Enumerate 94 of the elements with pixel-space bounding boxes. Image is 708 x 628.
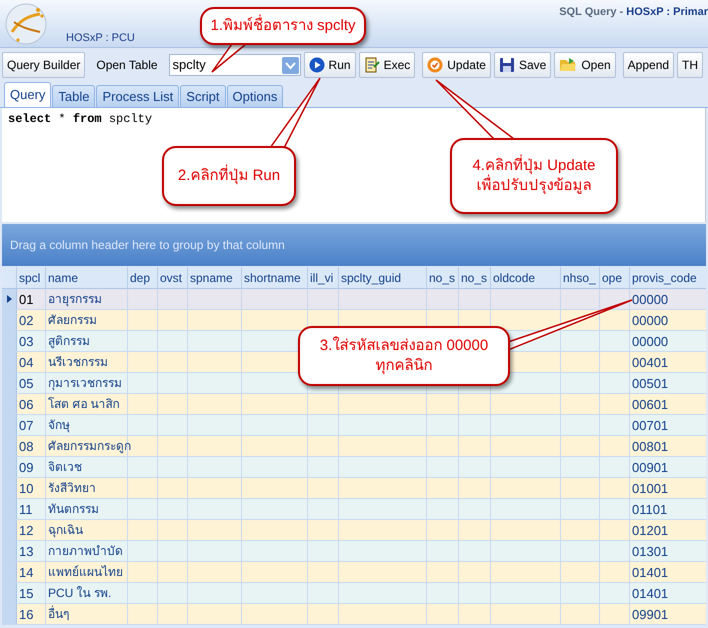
table-cell: อายุรกรรม <box>46 289 128 309</box>
table-cell: ทันตกรรม <box>46 499 128 519</box>
table-cell: 09901 <box>630 604 708 624</box>
table-cell: จิตเวช <box>46 457 128 477</box>
table-cell: ศัลยกรรม <box>46 310 128 330</box>
table-cell: 05 <box>17 373 46 393</box>
callout-text: 1.พิมพ์ชื่อตาราง spclty <box>210 16 356 36</box>
column-header[interactable]: nhso_ <box>561 267 600 288</box>
table-cell: 00501 <box>630 373 708 393</box>
callout-text: 3.ใส่รหัสเลขส่งออก 00000 <box>320 336 488 356</box>
column-header[interactable]: no_s <box>459 267 491 288</box>
tab[interactable]: Query <box>4 82 52 107</box>
table-cell: 01 <box>17 289 46 309</box>
column-header[interactable]: spcl <box>17 267 46 288</box>
table-cell: อื่นๆ <box>46 604 128 624</box>
table-cell: 11 <box>17 499 46 519</box>
app-title: HOSxP : Primar <box>626 6 708 18</box>
table-cell: 00901 <box>630 457 708 477</box>
table-cell: 15 <box>17 583 46 603</box>
table-cell: กายภาพบำบัด <box>46 541 128 561</box>
open-table-label: Open Table <box>95 57 159 74</box>
table-cell: รังสีวิทยา <box>46 478 128 498</box>
table-cell: 01401 <box>630 583 708 603</box>
column-header[interactable]: dep <box>128 267 158 288</box>
toolbar-button[interactable]: Save <box>494 52 552 78</box>
tab[interactable]: Table <box>52 85 96 107</box>
table-cell: 01001 <box>630 478 708 498</box>
row-indicator[interactable] <box>2 289 17 309</box>
table-cell: 03 <box>17 331 46 351</box>
tab[interactable]: Process List <box>96 85 180 107</box>
table-cell: นรีเวชกรรม <box>46 352 128 372</box>
sql-text: select* from spclty <box>8 112 152 126</box>
column-header[interactable]: ope <box>600 267 630 288</box>
toolbar-button[interactable]: Append <box>622 52 674 78</box>
table-cell: 00701 <box>630 415 708 435</box>
table-cell: 01301 <box>630 541 708 561</box>
table-cell: 07 <box>17 415 46 435</box>
column-header[interactable]: oldcode <box>491 267 561 288</box>
table-cell: แพทย์แผนไทย <box>46 562 128 582</box>
subtitle: HOSxP : PCU <box>66 30 135 46</box>
table-cell: 00000 <box>630 310 708 330</box>
table-cell: 00801 <box>630 436 708 456</box>
dropdown-icon <box>282 56 299 74</box>
toolbar-button[interactable]: Exec <box>358 52 416 78</box>
table-cell: ศัลยกรรมกระดูก <box>46 436 128 456</box>
column-header[interactable]: shortname <box>242 267 308 288</box>
group-hint: Drag a column header here to group by that column <box>10 237 285 254</box>
tab[interactable]: Script <box>180 85 226 107</box>
folder-icon <box>559 57 578 73</box>
callout-text: ทุกคลินิก <box>376 356 432 376</box>
table-cell: ฉุกเฉิน <box>46 520 128 540</box>
toolbar-button[interactable]: Open <box>554 52 616 78</box>
table-cell: 08 <box>17 436 46 456</box>
table-cell: 00401 <box>630 352 708 372</box>
logo-icon <box>4 2 48 46</box>
table-cell: 13 <box>17 541 46 561</box>
callout-text: 2.คลิกที่ปุ่ม Run <box>178 166 280 186</box>
column-header[interactable]: spname <box>188 267 242 288</box>
table-cell: สูติกรรม <box>46 331 128 351</box>
query-builder-button[interactable]: Query Builder <box>2 52 86 78</box>
table-cell: โสต ศอ นาสิก <box>46 394 128 414</box>
tab[interactable]: Options <box>226 85 284 107</box>
table-cell: PCU ใน รพ. <box>46 583 128 603</box>
toolbar-button[interactable]: Update <box>422 52 491 78</box>
table-cell: 01101 <box>630 499 708 519</box>
table-cell: กุมารเวชกรรม <box>46 373 128 393</box>
table-cell: 00000 <box>630 331 708 351</box>
table-cell: 06 <box>17 394 46 414</box>
column-header[interactable]: no_s <box>427 267 459 288</box>
column-header[interactable]: ovst <box>158 267 188 288</box>
column-header[interactable]: ill_vi <box>308 267 339 288</box>
table-cell: จักษุ <box>46 415 128 435</box>
table-cell: 10 <box>17 478 46 498</box>
column-header[interactable]: provis_code <box>630 267 708 288</box>
callout-text: เพื่อปรับปรุงข้อมูล <box>476 176 592 196</box>
table-cell: 01201 <box>630 520 708 540</box>
table-cell: 14 <box>17 562 46 582</box>
toolbar-button[interactable]: Run <box>304 52 356 78</box>
document-icon <box>364 57 380 73</box>
table-cell: 09 <box>17 457 46 477</box>
column-header[interactable]: spclty_guid <box>339 267 427 288</box>
table-cell: 02 <box>17 310 46 330</box>
toolbar-button[interactable]: TH <box>677 52 704 78</box>
table-cell: 04 <box>17 352 46 372</box>
window-title: SQL Query - <box>559 6 624 18</box>
table-cell: 16 <box>17 604 46 624</box>
play-icon <box>308 57 325 73</box>
table-cell: 12 <box>17 520 46 540</box>
check-circle-icon <box>427 57 444 73</box>
table-cell: 01401 <box>630 562 708 582</box>
current-row-icon <box>6 295 12 303</box>
callout-text: 4.คลิกที่ปุ่ม Update <box>472 156 596 176</box>
column-header[interactable]: name <box>46 267 128 288</box>
table-cell: 00601 <box>630 394 708 414</box>
